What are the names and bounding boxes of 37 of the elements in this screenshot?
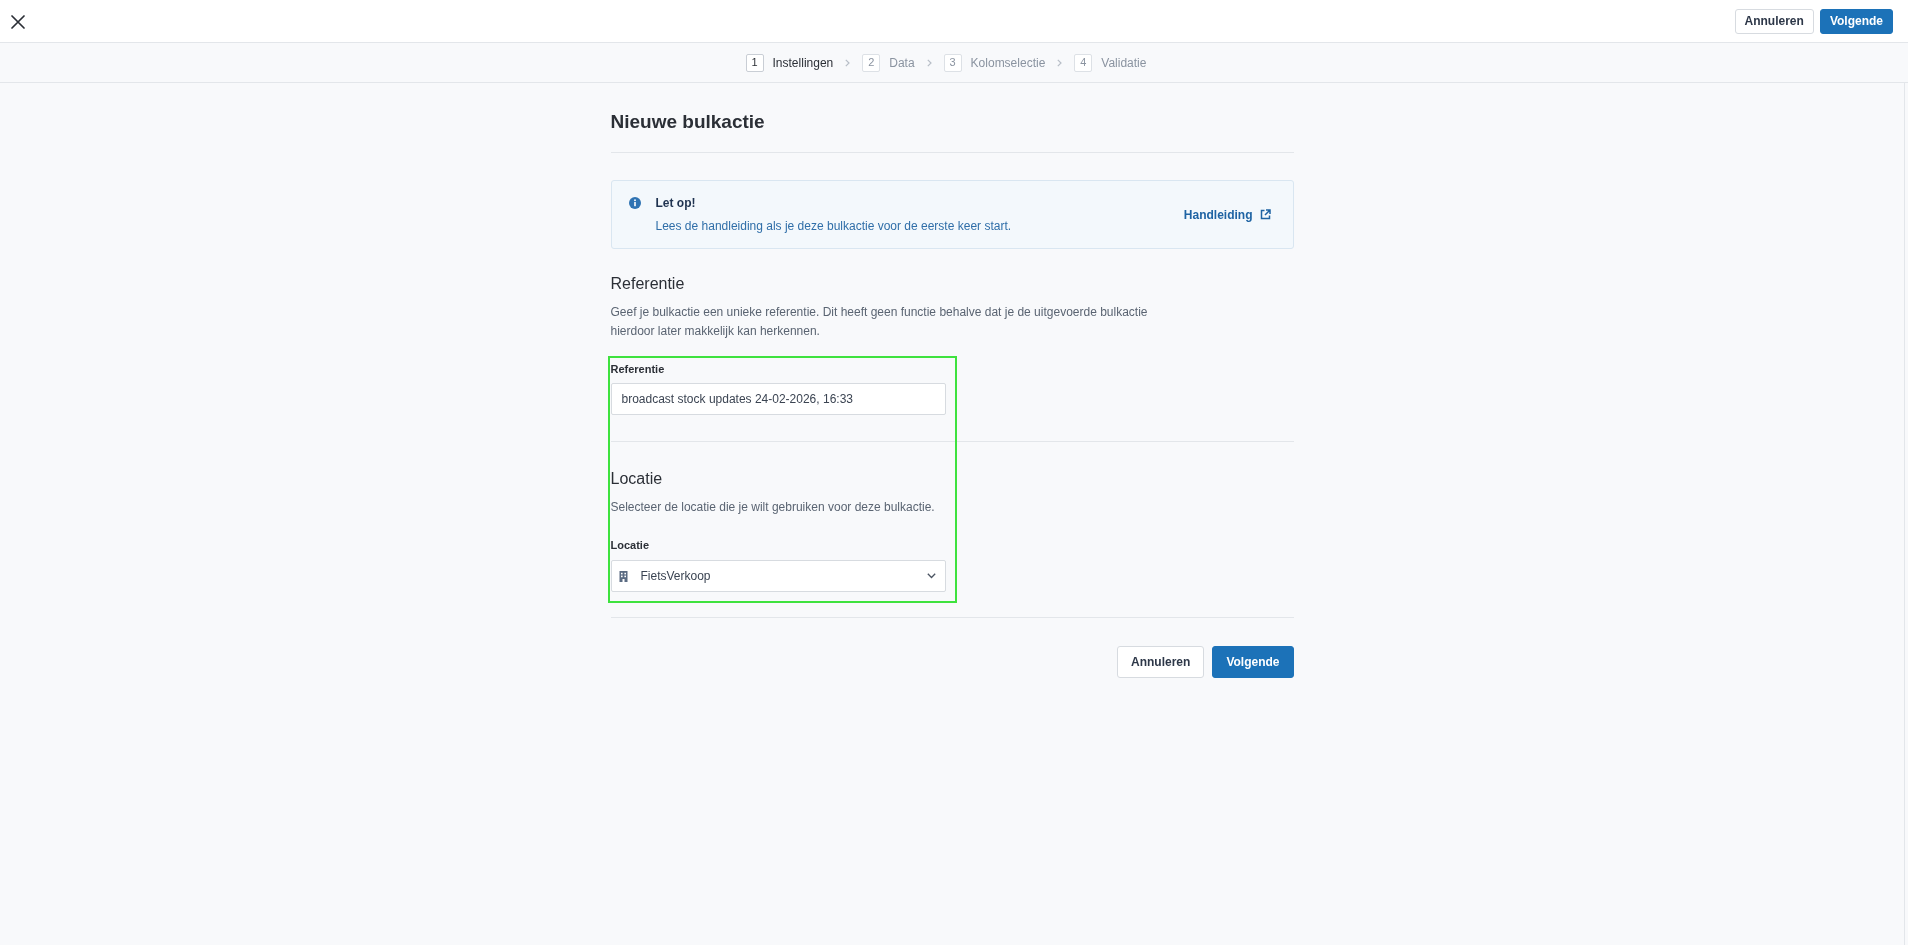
cancel-button[interactable]: Annuleren: [1734, 8, 1814, 34]
location-dropdown[interactable]: FietsVerkoop: [610, 560, 946, 592]
section-heading: Referentie: [610, 274, 685, 294]
notice-title: Let op!: [655, 195, 696, 212]
section-description: Geef je bulkactie een unieke referentie. Dit heeft geen functie behalve dat je de uitgevoerde bulkactie hierdoor later makkelijk kan herkennen.: [610, 304, 1149, 340]
step-tab[interactable]: 3 Kolomselectie: [943, 53, 1046, 72]
chevron-right-icon: [845, 58, 851, 67]
building-icon: [618, 570, 628, 582]
notice-text: Lees de handleiding als je deze bulkactie voor de eerste keer start.: [655, 218, 1012, 235]
step-label: Data: [889, 54, 915, 72]
step-label: Validatie: [1101, 54, 1147, 72]
field-label: Locatie: [610, 538, 649, 553]
close-icon: [11, 14, 25, 29]
chevron-down-icon: [926, 573, 936, 579]
step-number: 1: [745, 53, 764, 72]
step-tab[interactable]: 2 Data: [862, 53, 915, 72]
step-number: 4: [1074, 53, 1093, 72]
field-label: Referentie: [610, 362, 665, 377]
section-heading: Locatie: [610, 469, 663, 489]
page-title: Nieuwe bulkactie: [610, 110, 766, 134]
next-button[interactable]: Volgende: [1819, 8, 1893, 34]
cancel-button[interactable]: Annuleren: [1117, 646, 1205, 678]
chevron-right-icon: [1057, 58, 1063, 67]
step-tab[interactable]: 4 Validatie: [1074, 53, 1147, 72]
step-label: Instellingen: [772, 54, 834, 72]
section-description: Selecteer de locatie die je wilt gebruiken voor deze bulkactie.: [610, 499, 936, 516]
close-button[interactable]: [9, 12, 27, 31]
step-tab[interactable]: 1 Instellingen: [745, 53, 834, 72]
reference-input[interactable]: broadcast stock updates 24-02-2026, 16:33: [610, 383, 946, 415]
step-number: 3: [943, 53, 962, 72]
chevron-right-icon: [926, 58, 932, 67]
step-number: 2: [862, 53, 881, 72]
next-button[interactable]: Volgende: [1212, 646, 1294, 678]
external-link-icon: [1259, 209, 1271, 220]
step-label: Kolomselectie: [970, 54, 1046, 72]
info-icon: [628, 197, 641, 209]
manual-link[interactable]: Handleiding: [1183, 205, 1271, 224]
